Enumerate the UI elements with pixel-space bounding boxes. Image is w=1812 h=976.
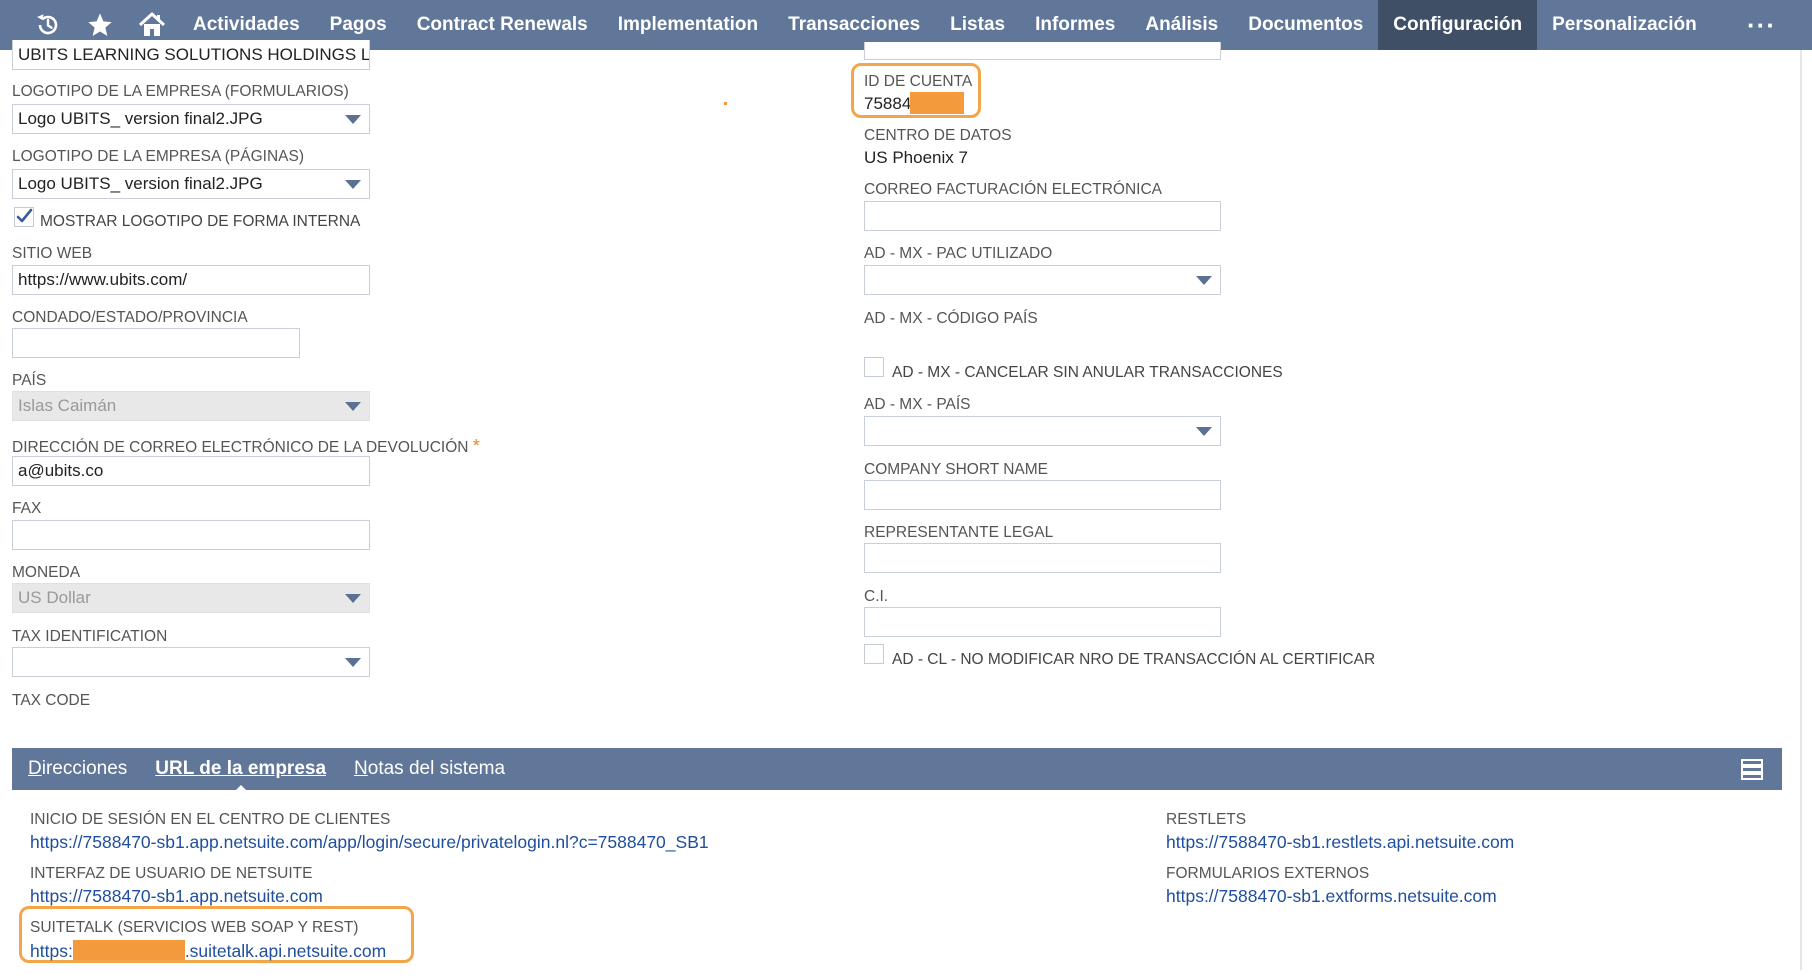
logo-pages-select[interactable]: Logo UBITS_ version final2.JPG xyxy=(12,169,370,199)
fax-label: FAX xyxy=(12,500,42,517)
return-email-input[interactable]: a@ubits.co xyxy=(12,456,370,486)
legal-rep-input[interactable] xyxy=(864,543,1221,573)
restlets-link[interactable]: https://7588470-sb1.restlets.api.netsuit… xyxy=(1166,832,1514,853)
customer-login-link[interactable]: https://7588470-sb1.app.netsuite.com/app… xyxy=(30,832,709,853)
country-code-label: AD - MX - CÓDIGO PAÍS xyxy=(864,310,1038,327)
external-forms-link[interactable]: https://7588470-sb1.extforms.netsuite.co… xyxy=(1166,886,1497,907)
currency-label: MONEDA xyxy=(12,564,81,581)
chevron-down-icon xyxy=(1196,276,1212,285)
tab-notas-sistema-label: otas del sistema xyxy=(367,758,506,779)
more-menu-icon[interactable]: ··· xyxy=(1747,0,1776,50)
tab-notas-sistema[interactable]: Notas del sistema xyxy=(340,758,519,780)
pac-label: AD - MX - PAC UTILIZADO xyxy=(864,245,1053,262)
data-center-label: CENTRO DE DATOS xyxy=(864,127,1012,144)
checkmark-icon xyxy=(14,207,34,227)
netsuite-ui-label: INTERFAZ DE USUARIO DE NETSUITE xyxy=(30,865,313,882)
cancel-no-void-checkbox[interactable] xyxy=(864,357,884,377)
chevron-down-icon xyxy=(345,180,361,189)
ci-input[interactable] xyxy=(864,607,1221,637)
logo-pages-label: LOGOTIPO DE LA EMPRESA (PÁGINAS) xyxy=(12,148,304,165)
logo-pages-value: Logo UBITS_ version final2.JPG xyxy=(18,174,263,193)
chevron-down-icon xyxy=(345,658,361,667)
external-forms-label: FORMULARIOS EXTERNOS xyxy=(1166,865,1370,882)
country-label: PAÍS xyxy=(12,372,47,389)
nav-item-configuracion[interactable]: Configuración xyxy=(1378,0,1538,50)
data-center-value: US Phoenix 7 xyxy=(864,148,968,167)
tax-code-label: TAX CODE xyxy=(12,692,91,709)
short-name-label: COMPANY SHORT NAME xyxy=(864,461,1049,478)
mx-country-select[interactable] xyxy=(864,416,1221,446)
netsuite-ui-link[interactable]: https://7588470-sb1.app.netsuite.com xyxy=(30,886,323,907)
logo-forms-value: Logo UBITS_ version final2.JPG xyxy=(18,109,263,128)
tab-notas-sistema-accesskey: N xyxy=(354,758,368,779)
website-label: SITIO WEB xyxy=(12,245,93,262)
stray-mark xyxy=(724,102,727,105)
country-select: Islas Caimán xyxy=(12,391,370,421)
legal-rep-label: REPRESENTANTE LEGAL xyxy=(864,524,1054,541)
logo-forms-label: LOGOTIPO DE LA EMPRESA (FORMULARIOS) xyxy=(12,83,349,100)
cancel-no-void-label: AD - MX - CANCELAR SIN ANULAR TRANSACCIO… xyxy=(892,364,1283,381)
partial-field-top[interactable] xyxy=(864,42,1221,60)
tab-direcciones-label: irecciones xyxy=(41,758,128,779)
chevron-down-icon xyxy=(1196,427,1212,436)
ci-label: C.I. xyxy=(864,588,889,605)
nav-item-personalizacion[interactable]: Personalización xyxy=(1537,0,1712,50)
tab-url-empresa-label: RL de la empresa xyxy=(169,758,327,779)
pac-select[interactable] xyxy=(864,265,1221,295)
show-logo-checkbox[interactable] xyxy=(14,207,34,227)
account-id-label: ID DE CUENTA xyxy=(864,73,973,90)
scrollbar-track[interactable] xyxy=(1800,50,1802,970)
tab-url-empresa[interactable]: URL de la empresa xyxy=(141,758,340,793)
show-logo-label: MOSTRAR LOGOTIPO DE FORMA INTERNA xyxy=(40,213,361,230)
suitetalk-link-suffix: .suitetalk.api.netsuite.com xyxy=(184,941,387,961)
suitetalk-link[interactable]: https: .suitetalk.api.netsuite.com xyxy=(30,940,386,962)
nav-item-documentos[interactable]: Documentos xyxy=(1233,0,1378,50)
state-input[interactable] xyxy=(12,328,300,358)
currency-value: US Dollar xyxy=(18,588,91,607)
return-email-label: DIRECCIÓN DE CORREO ELECTRÓNICO DE LA DE… xyxy=(12,436,480,457)
tab-direcciones-accesskey: D xyxy=(28,758,42,779)
list-view-icon[interactable] xyxy=(1740,757,1764,781)
website-input[interactable]: https://www.ubits.com/ xyxy=(12,265,370,295)
short-name-input[interactable] xyxy=(864,480,1221,510)
nav-item-implementation[interactable]: Implementation xyxy=(603,0,773,50)
currency-select: US Dollar xyxy=(12,583,370,613)
subtab-bar: Direcciones URL de la empresa Notas del … xyxy=(12,748,1782,793)
redaction-block xyxy=(72,940,185,960)
redaction-block xyxy=(910,92,964,114)
tab-url-empresa-accesskey: U xyxy=(155,758,170,779)
chevron-down-icon xyxy=(345,402,361,411)
tab-direcciones[interactable]: Direcciones xyxy=(12,758,141,780)
nav-item-contract-renewals[interactable]: Contract Renewals xyxy=(402,0,603,50)
account-id-value: 75884 xyxy=(864,94,912,113)
country-value: Islas Caimán xyxy=(18,396,117,415)
e-invoice-email-input[interactable] xyxy=(864,201,1221,231)
tax-id-select[interactable] xyxy=(12,647,370,677)
mx-country-label: AD - MX - PAÍS xyxy=(864,396,971,413)
state-label: CONDADO/ESTADO/PROVINCIA xyxy=(12,309,248,326)
suitetalk-link-prefix: https: xyxy=(30,941,73,961)
tax-id-label: TAX IDENTIFICATION xyxy=(12,628,168,645)
chevron-down-icon xyxy=(345,115,361,124)
restlets-label: RESTLETS xyxy=(1166,811,1247,828)
fax-input[interactable] xyxy=(12,520,370,550)
required-marker: * xyxy=(472,436,480,456)
e-invoice-email-label: CORREO FACTURACIÓN ELECTRÓNICA xyxy=(864,181,1162,198)
suitetalk-label: SUITETALK (SERVICIOS WEB SOAP Y REST) xyxy=(30,919,359,936)
company-name-field[interactable]: UBITS LEARNING SOLUTIONS HOLDINGS LIM xyxy=(12,40,370,70)
no-modify-checkbox[interactable] xyxy=(864,644,884,664)
chevron-down-icon xyxy=(345,594,361,603)
customer-login-label: INICIO DE SESIÓN EN EL CENTRO DE CLIENTE… xyxy=(30,811,391,828)
return-email-label-text: DIRECCIÓN DE CORREO ELECTRÓNICO DE LA DE… xyxy=(12,439,469,456)
logo-forms-select[interactable]: Logo UBITS_ version final2.JPG xyxy=(12,104,370,134)
no-modify-label: AD - CL - NO MODIFICAR NRO DE TRANSACCIÓ… xyxy=(892,651,1376,668)
